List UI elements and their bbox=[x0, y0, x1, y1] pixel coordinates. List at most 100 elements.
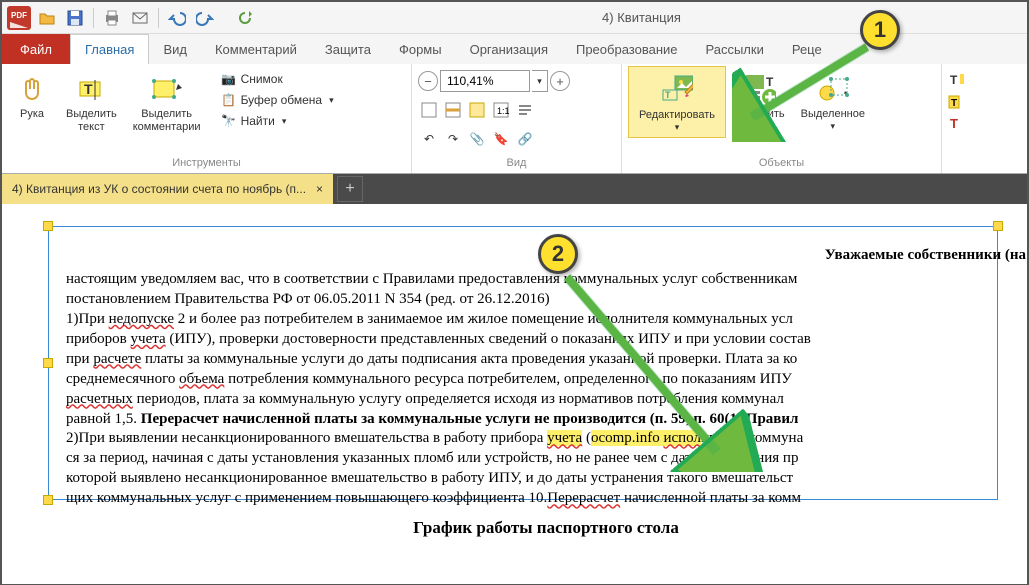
tab-organize[interactable]: Организация bbox=[456, 34, 562, 64]
callout-2: 2 bbox=[538, 234, 578, 274]
doc-line: равной 1,5. Перерасчет начисленной платы… bbox=[66, 410, 1026, 430]
doc-line: при расчете платы за коммунальные услуги… bbox=[66, 350, 1026, 370]
reflow-icon[interactable] bbox=[514, 99, 536, 121]
svg-text:T: T bbox=[951, 98, 957, 109]
clipboard-label: Буфер обмена bbox=[241, 93, 323, 107]
selected-object-label: Выделенное bbox=[801, 108, 865, 121]
undo-icon[interactable] bbox=[164, 5, 190, 31]
print-icon[interactable] bbox=[99, 5, 125, 31]
fit-page-icon[interactable] bbox=[418, 99, 440, 121]
redo-icon[interactable] bbox=[192, 5, 218, 31]
select-text-label: Выделить текст bbox=[66, 108, 117, 133]
close-icon[interactable]: × bbox=[316, 182, 323, 196]
save-icon[interactable] bbox=[62, 5, 88, 31]
open-icon[interactable] bbox=[34, 5, 60, 31]
select-comments-button[interactable]: Выделить комментарии bbox=[127, 66, 207, 137]
add-object-icon: T bbox=[744, 74, 776, 106]
edit-object-button[interactable]: T Редактировать ▾ bbox=[628, 66, 726, 138]
objects-group-label: Объекты bbox=[628, 155, 935, 171]
add-tab-button[interactable]: + bbox=[337, 176, 363, 202]
tab-protect[interactable]: Защита bbox=[311, 34, 385, 64]
selected-object-icon bbox=[817, 74, 849, 106]
doc-subheading: График работы паспортного стола bbox=[66, 517, 1026, 540]
selection-handle-w[interactable] bbox=[43, 358, 53, 368]
document-tab[interactable]: 4) Квитанция из УК о состоянии счета по … bbox=[2, 174, 333, 204]
tab-forms[interactable]: Формы bbox=[385, 34, 456, 64]
attachment-icon[interactable]: 📎 bbox=[466, 128, 488, 150]
selected-object-button[interactable]: Выделенное ▾ bbox=[795, 66, 871, 136]
edit-object-icon: T bbox=[661, 75, 693, 107]
select-comments-label: Выделить комментарии bbox=[133, 108, 201, 133]
tab-file[interactable]: Файл bbox=[2, 34, 70, 64]
mail-icon[interactable] bbox=[127, 5, 153, 31]
rotate-right-icon[interactable]: ↷ bbox=[442, 128, 464, 150]
zoom-input[interactable] bbox=[440, 70, 530, 92]
svg-text:1:1: 1:1 bbox=[497, 106, 510, 116]
doc-line: постановлением Правительства РФ от 06.05… bbox=[66, 290, 1026, 310]
selection-handle-ne[interactable] bbox=[993, 221, 1003, 231]
svg-text:T: T bbox=[950, 116, 958, 131]
view-group-label: Вид bbox=[418, 155, 615, 171]
hand-label: Рука bbox=[20, 108, 44, 121]
doc-line: настоящим уведомляем вас, что в соответс… bbox=[66, 270, 1026, 290]
select-text-icon: T bbox=[75, 74, 107, 106]
doc-line: приборов учета (ИПУ), проверки достоверн… bbox=[66, 330, 1026, 350]
svg-text:T: T bbox=[766, 75, 774, 89]
zoom-out-button[interactable]: − bbox=[418, 71, 438, 91]
doc-line: 2)При выявлении несанкционированного вме… bbox=[66, 429, 1026, 449]
select-text-button[interactable]: T Выделить текст bbox=[60, 66, 123, 137]
selection-handle-sw[interactable] bbox=[43, 495, 53, 505]
snapshot-label: Снимок bbox=[241, 72, 283, 86]
rotate-left-icon[interactable]: ↶ bbox=[418, 128, 440, 150]
tool-3-icon[interactable]: T bbox=[948, 116, 964, 132]
hand-icon bbox=[16, 74, 48, 106]
tab-mail[interactable]: Рассылки bbox=[691, 34, 777, 64]
doc-line: ся за период, начиная с даты установлени… bbox=[66, 449, 1026, 469]
doc-line: щих коммунальных услуг с применением пов… bbox=[66, 489, 1026, 509]
clipboard-icon: 📋 bbox=[221, 92, 237, 108]
svg-text:T: T bbox=[950, 73, 958, 87]
link-icon[interactable]: 🔗 bbox=[514, 128, 536, 150]
fit-visible-icon[interactable] bbox=[466, 99, 488, 121]
document-tab-title: 4) Квитанция из УК о состоянии счета по … bbox=[12, 182, 306, 196]
zoom-in-button[interactable]: + bbox=[550, 71, 570, 91]
actual-size-icon[interactable]: 1:1 bbox=[490, 99, 512, 121]
tab-convert[interactable]: Преобразование bbox=[562, 34, 692, 64]
callout-1: 1 bbox=[860, 10, 900, 50]
tab-view[interactable]: Вид bbox=[149, 34, 201, 64]
tab-comment[interactable]: Комментарий bbox=[201, 34, 311, 64]
hand-tool-button[interactable]: Рука bbox=[8, 66, 56, 125]
add-object-label: Добавить bbox=[736, 108, 785, 121]
find-button[interactable]: 🔭Найти▾ bbox=[217, 112, 338, 130]
clipboard-button[interactable]: 📋Буфер обмена▾ bbox=[217, 91, 338, 109]
snapshot-button[interactable]: 📷 Снимок bbox=[217, 70, 338, 88]
fit-width-icon[interactable] bbox=[442, 99, 464, 121]
bookmark-icon[interactable]: 🔖 bbox=[490, 128, 512, 150]
app-icon: PDF bbox=[6, 5, 32, 31]
svg-text:PDF: PDF bbox=[11, 11, 27, 20]
select-comments-icon bbox=[151, 74, 183, 106]
document-tab-bar: 4) Квитанция из УК о состоянии счета по … bbox=[2, 174, 1027, 204]
ribbon: Рука T Выделить текст Выделить комментар… bbox=[2, 64, 1027, 174]
tools-group-label: Инструменты bbox=[8, 155, 405, 171]
zoom-dropdown[interactable]: ▾ bbox=[532, 70, 548, 92]
svg-text:T: T bbox=[84, 81, 93, 97]
window-title: 4) Квитанция bbox=[260, 10, 1023, 25]
doc-line: расчетных периодов, плата за коммунальну… bbox=[66, 390, 1026, 410]
svg-text:T: T bbox=[665, 90, 671, 100]
edit-object-label: Редактировать bbox=[639, 109, 715, 122]
camera-icon: 📷 bbox=[221, 71, 237, 87]
tool-2-icon[interactable]: T bbox=[948, 94, 964, 110]
doc-line: которой выявлено несанкционированное вме… bbox=[66, 469, 1026, 489]
refresh-icon[interactable] bbox=[232, 5, 258, 31]
doc-line: 1)При недопуске 2 и более раз потребител… bbox=[66, 310, 1026, 330]
doc-line: среднемесячного объема потребления комму… bbox=[66, 370, 1026, 390]
add-object-button[interactable]: T Добавить ▾ bbox=[730, 66, 791, 136]
tab-main[interactable]: Главная bbox=[70, 34, 149, 64]
tab-review[interactable]: Реце bbox=[778, 34, 836, 64]
document-area: Уважаемые собственники (на настоящим уве… bbox=[2, 204, 1027, 584]
find-label: Найти bbox=[241, 114, 275, 128]
tool-1-icon[interactable]: T bbox=[948, 72, 964, 88]
binoculars-icon: 🔭 bbox=[221, 113, 237, 129]
selection-handle-nw[interactable] bbox=[43, 221, 53, 231]
